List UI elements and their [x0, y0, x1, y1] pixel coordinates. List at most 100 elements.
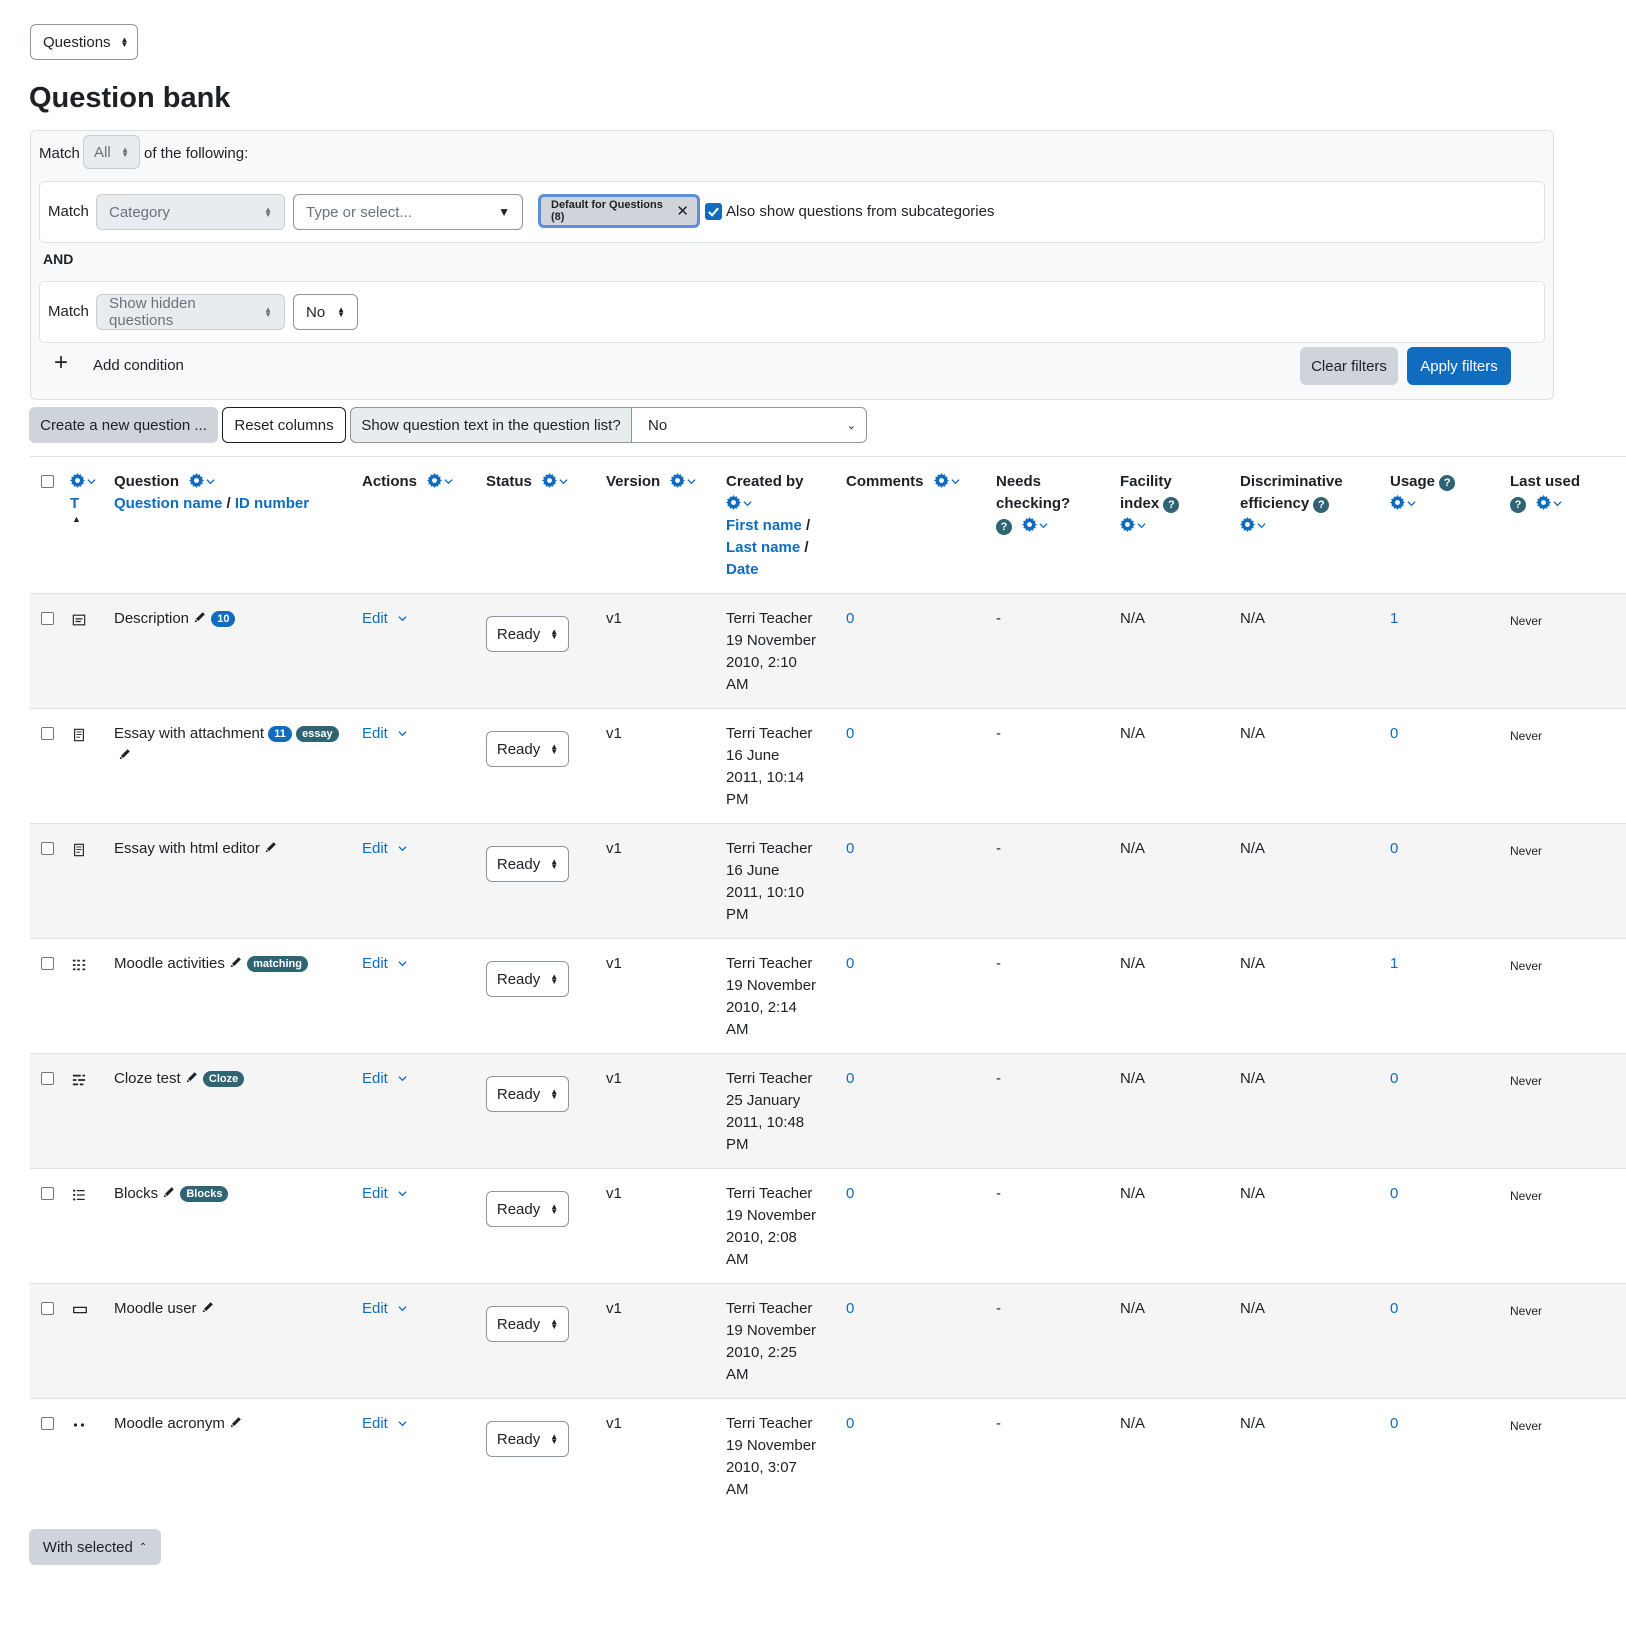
chevron-down-icon	[398, 1306, 407, 1312]
row-select-checkbox[interactable]	[41, 1187, 54, 1200]
question-bank-nav-select[interactable]: Questions ▲ ▼	[30, 24, 138, 60]
sort-first-name-link[interactable]: First name	[726, 517, 802, 534]
subcategories-checkbox[interactable]	[705, 203, 722, 220]
created-date-line: 2011, 10:10	[726, 884, 805, 901]
row-select-checkbox[interactable]	[41, 842, 54, 855]
category-chip[interactable]: Default for Questions (8) ✕	[538, 194, 700, 228]
help-icon[interactable]: ?	[1313, 497, 1330, 513]
gear-icon[interactable]	[189, 473, 205, 488]
chevron-down-icon	[398, 1191, 407, 1197]
pencil-icon[interactable]	[185, 1070, 199, 1084]
clear-filters-button[interactable]: Clear filters	[1300, 347, 1398, 385]
chevron-down-icon	[444, 479, 453, 485]
pencil-icon[interactable]	[229, 1415, 243, 1429]
pencil-icon[interactable]	[162, 1185, 176, 1199]
edit-action-menu[interactable]: Edit	[362, 1413, 407, 1435]
gear-icon[interactable]	[542, 473, 558, 488]
row-select-checkbox[interactable]	[41, 1417, 54, 1430]
status-select[interactable]: Ready ▲ ▼	[486, 731, 569, 767]
usage-link[interactable]: 1	[1390, 608, 1398, 630]
match-all-select[interactable]: All ▲ ▼	[83, 135, 140, 169]
gear-icon[interactable]	[1536, 495, 1552, 510]
edit-action-menu[interactable]: Edit	[362, 608, 407, 630]
gear-icon[interactable]	[670, 473, 686, 488]
plus-icon[interactable]: +	[54, 349, 68, 377]
category-autocomplete-input[interactable]: Type or select... ▼	[293, 194, 523, 230]
edit-action-menu[interactable]: Edit	[362, 723, 407, 745]
gear-icon[interactable]	[1240, 517, 1255, 532]
gear-icon[interactable]	[427, 473, 443, 488]
comments-link[interactable]: 0	[846, 608, 854, 630]
usage-link[interactable]: 0	[1390, 1068, 1398, 1090]
edit-action-menu[interactable]: Edit	[362, 1068, 407, 1090]
reset-columns-button[interactable]: Reset columns	[222, 407, 346, 443]
sort-id-number-link[interactable]: ID number	[235, 495, 309, 512]
comments-link[interactable]: 0	[846, 953, 854, 975]
usage-link[interactable]: 0	[1390, 1183, 1398, 1205]
edit-action-menu[interactable]: Edit	[362, 1183, 407, 1205]
row-select-checkbox[interactable]	[41, 1302, 54, 1315]
close-icon[interactable]: ✕	[676, 202, 689, 220]
gear-icon[interactable]	[1120, 517, 1135, 532]
apply-filters-button[interactable]: Apply filters	[1407, 347, 1511, 385]
gear-icon[interactable]	[726, 495, 741, 510]
usage-link[interactable]: 0	[1390, 723, 1398, 745]
help-icon[interactable]: ?	[996, 519, 1012, 535]
status-select[interactable]: Ready ▲ ▼	[486, 616, 569, 652]
status-select[interactable]: Ready ▲ ▼	[486, 1421, 569, 1457]
comments-link[interactable]: 0	[846, 838, 854, 860]
pencil-icon[interactable]	[201, 1300, 215, 1314]
status-select[interactable]: Ready ▲ ▼	[486, 1076, 569, 1112]
usage-link[interactable]: 0	[1390, 1413, 1398, 1435]
usage-link[interactable]: 0	[1390, 1298, 1398, 1320]
created-date-line: AM	[726, 676, 749, 693]
edit-action-menu[interactable]: Edit	[362, 1298, 407, 1320]
gear-icon[interactable]	[1022, 517, 1038, 532]
with-selected-button[interactable]: With selected ⌃	[29, 1529, 161, 1565]
status-value: Ready	[496, 970, 541, 988]
hidden-value-select[interactable]: No ▲ ▼	[293, 294, 358, 330]
gear-icon[interactable]	[1390, 495, 1405, 510]
edit-action-menu[interactable]: Edit	[362, 953, 407, 975]
row-select-checkbox[interactable]	[41, 1072, 54, 1085]
usage-link[interactable]: 1	[1390, 953, 1398, 975]
row-select-checkbox[interactable]	[41, 612, 54, 625]
help-icon[interactable]: ?	[1439, 475, 1456, 491]
show-question-text-select[interactable]: No ⌄	[632, 407, 867, 443]
help-icon[interactable]: ?	[1163, 497, 1180, 513]
pencil-icon[interactable]	[229, 955, 243, 969]
comments-link[interactable]: 0	[846, 723, 854, 745]
condition-type-select[interactable]: Category ▲ ▼	[96, 194, 285, 230]
usage-header-label: Usage	[1390, 473, 1436, 490]
create-question-button[interactable]: Create a new question ...	[29, 407, 218, 443]
sort-date-link[interactable]: Date	[726, 561, 759, 578]
gear-icon[interactable]	[933, 473, 949, 488]
status-select[interactable]: Ready ▲ ▼	[486, 961, 569, 997]
status-select[interactable]: Ready ▲ ▼	[486, 846, 569, 882]
type-sort-link[interactable]: T	[70, 493, 110, 515]
pencil-icon[interactable]	[193, 610, 207, 624]
condition-type-select[interactable]: Show hidden questions ▲ ▼	[96, 294, 285, 330]
comments-link[interactable]: 0	[846, 1413, 854, 1435]
created-date-line: 16 June	[726, 862, 780, 879]
help-icon[interactable]: ?	[1510, 497, 1526, 513]
row-select-checkbox[interactable]	[41, 957, 54, 970]
gear-icon[interactable]	[70, 473, 85, 488]
type-column-header[interactable]: T ▲	[70, 471, 110, 524]
pencil-icon[interactable]	[118, 747, 132, 761]
sort-question-name-link[interactable]: Question name	[114, 495, 222, 512]
status-select[interactable]: Ready ▲ ▼	[486, 1306, 569, 1342]
add-condition-button[interactable]: Add condition	[93, 357, 184, 374]
comments-link[interactable]: 0	[846, 1298, 854, 1320]
pencil-icon[interactable]	[264, 840, 278, 854]
select-all-checkbox[interactable]	[41, 475, 54, 488]
comments-link[interactable]: 0	[846, 1183, 854, 1205]
usage-link[interactable]: 0	[1390, 838, 1398, 860]
status-column-header: Status	[486, 471, 568, 493]
sort-last-name-link[interactable]: Last name	[726, 539, 800, 556]
status-select[interactable]: Ready ▲ ▼	[486, 1191, 569, 1227]
edit-action-menu[interactable]: Edit	[362, 838, 407, 860]
version-header-label: Version	[606, 473, 661, 490]
row-select-checkbox[interactable]	[41, 727, 54, 740]
comments-link[interactable]: 0	[846, 1068, 854, 1090]
